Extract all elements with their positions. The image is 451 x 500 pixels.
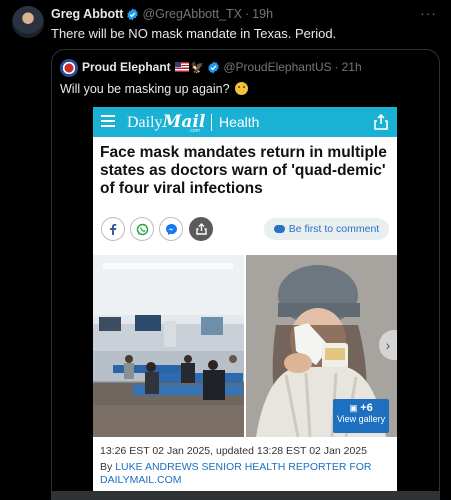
verified-icon [127, 8, 139, 20]
logo-daily: Daily [127, 114, 163, 131]
quoted-author-handle[interactable]: @ProudElephantUS [223, 60, 331, 74]
verified-icon [208, 61, 220, 73]
gallery-count-row: ▣ +6 [333, 402, 389, 414]
quoted-text: Will you be masking up again? [60, 82, 249, 96]
quoted-text-body: Will you be masking up again? [60, 82, 230, 96]
article-byline: By LUKE ANDREWS SENIOR HEALTH REPORTER F… [100, 461, 392, 487]
quoted-tweet[interactable]: Proud Elephant 🦅 @ProudElephantUS · 21h … [51, 49, 440, 500]
article-dateline: 13:26 EST 02 Jan 2025, updated 13:28 EST… [100, 445, 367, 457]
comment-label: Be first to comment [288, 223, 380, 235]
hospital-waiting-room-photo [93, 255, 244, 437]
byline-author: LUKE ANDREWS SENIOR HEALTH REPORTER FOR … [100, 461, 372, 486]
article-image[interactable]: DailyMail .com Health Face mask mandates… [93, 107, 397, 500]
thinking-emoji-icon [235, 82, 249, 95]
tweet-text: There will be NO mask mandate in Texas. … [51, 26, 337, 41]
separator: · [334, 60, 339, 74]
share-icon [189, 217, 213, 241]
author-name[interactable]: Greg Abbott [51, 7, 123, 21]
quoted-avatar[interactable] [60, 59, 78, 77]
eagle-icon: 🦅 [190, 61, 205, 74]
quoted-author-name[interactable]: Proud Elephant [82, 60, 171, 74]
header-divider [211, 114, 212, 131]
comment-button: Be first to comment [264, 218, 389, 240]
quoted-timestamp[interactable]: 21h [342, 60, 362, 74]
flag-icon [174, 62, 189, 72]
separator: · [245, 7, 250, 21]
next-card-edge [51, 491, 440, 500]
more-icon[interactable]: ··· [420, 5, 437, 21]
hamburger-icon [101, 115, 115, 127]
byline-prefix: By [100, 461, 113, 473]
avatar[interactable] [12, 6, 44, 38]
tweet-header: Greg Abbott @GregAbbott_TX · 19h [51, 7, 273, 21]
quoted-header: Proud Elephant 🦅 @ProudElephantUS · 21h [82, 60, 362, 74]
author-handle[interactable]: @GregAbbott_TX [142, 7, 242, 21]
gallery-count: +6 [360, 402, 373, 414]
article-headline: Face mask mandates return in multiple st… [100, 144, 387, 197]
share-icon [374, 114, 388, 130]
timestamp[interactable]: 19h [252, 7, 273, 21]
section-label: Health [219, 114, 260, 130]
facebook-icon [101, 217, 125, 241]
gallery-icon: ▣ [349, 403, 358, 413]
dailymail-header-bar: DailyMail .com Health [93, 107, 397, 137]
comment-icon [273, 225, 285, 233]
messenger-icon [159, 217, 183, 241]
gallery-label: View gallery [336, 414, 386, 424]
whatsapp-icon [130, 217, 154, 241]
logo-com: .com [189, 128, 200, 134]
gallery-badge: ▣ +6 View gallery [333, 399, 389, 433]
tweet[interactable]: Greg Abbott @GregAbbott_TX · 19h ··· The… [0, 0, 451, 500]
